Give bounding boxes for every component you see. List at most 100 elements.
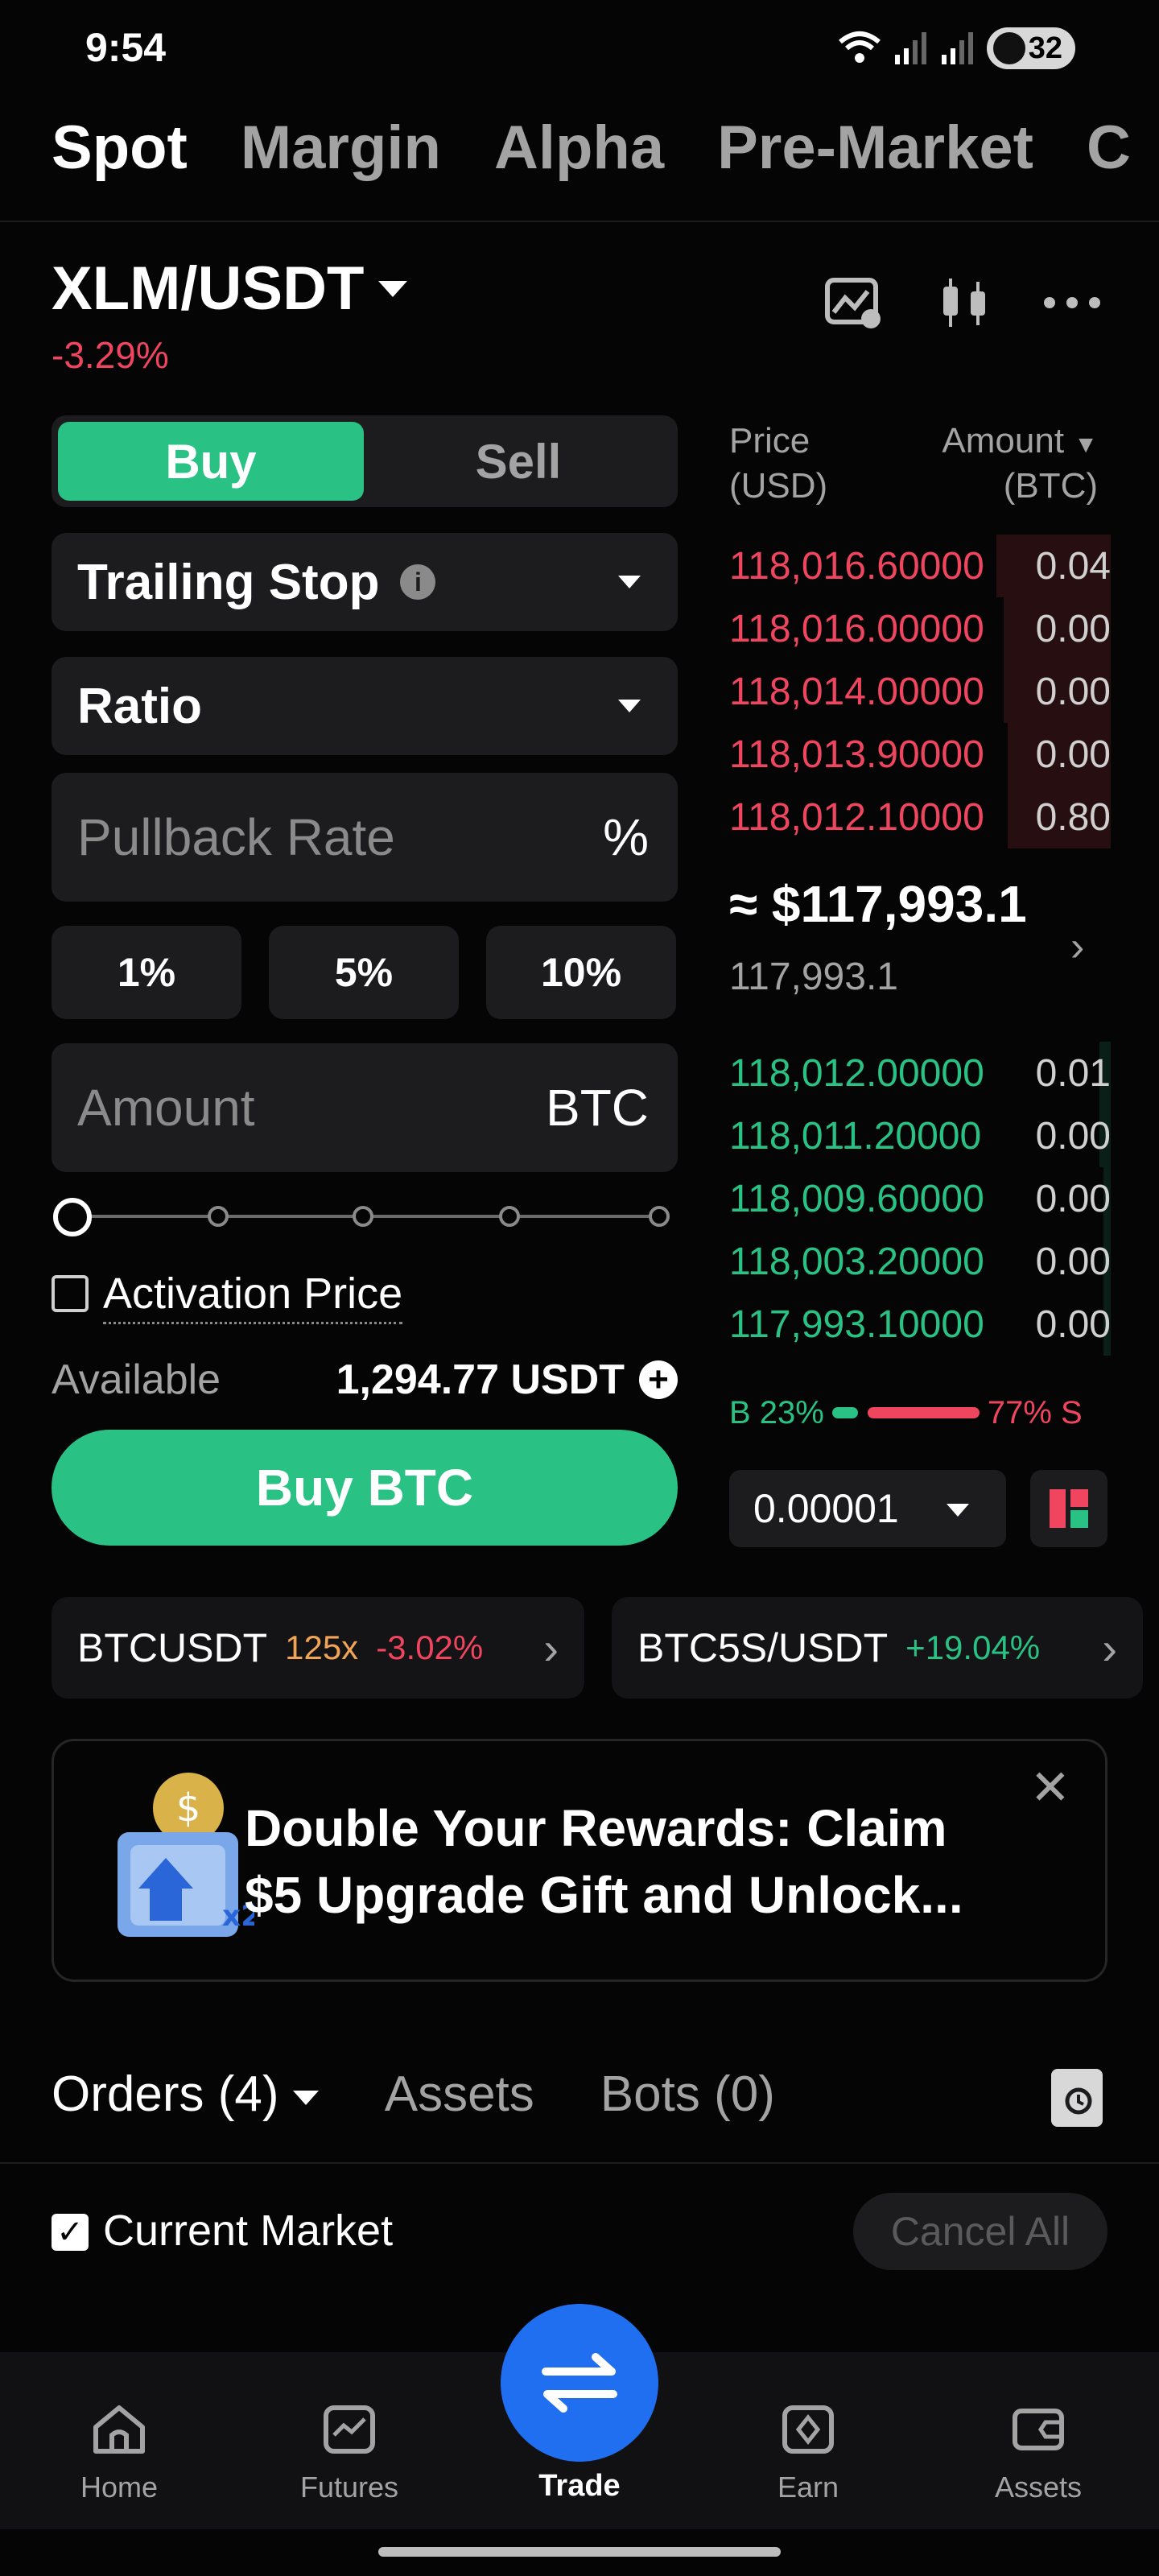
activation-price-label[interactable]: Activation Price	[103, 1269, 403, 1324]
candles-button[interactable]	[932, 270, 996, 335]
ask-row[interactable]: 118,016.00000 0.00	[729, 597, 1111, 660]
buy-btc-button[interactable]: Buy BTC	[52, 1430, 678, 1546]
cancel-all-button[interactable]: Cancel All	[853, 2193, 1107, 2270]
pair-change: -3.29%	[52, 334, 169, 376]
price-header-unit: (USD)	[729, 466, 828, 506]
bid-row[interactable]: 117,993.10000 0.00	[729, 1293, 1111, 1356]
nav-futures[interactable]: Futures	[269, 2403, 430, 2504]
amount-input[interactable]: Amount BTC	[52, 1043, 678, 1172]
bid-row[interactable]: 118,011.20000 0.00	[729, 1104, 1111, 1167]
mid-price: ≈ $117,993.1	[729, 875, 1027, 933]
amount-placeholder: Amount	[77, 1079, 255, 1137]
mode-select[interactable]: Ratio	[52, 657, 678, 755]
info-icon[interactable]: i	[400, 564, 436, 600]
order-type-select[interactable]: Trailing Stop i	[52, 533, 678, 631]
battery-level: 32	[1028, 31, 1062, 65]
ask-row[interactable]: 118,014.00000 0.00	[729, 660, 1111, 723]
caret-down-icon	[292, 2090, 319, 2105]
activation-price-checkbox[interactable]	[52, 1275, 89, 1312]
plus-icon[interactable]: +	[639, 1360, 678, 1399]
nav-home[interactable]: Home	[39, 2403, 200, 2504]
caret-down-icon: ▼	[1074, 431, 1098, 458]
battery-indicator: 32	[987, 27, 1075, 69]
order-type-label: Trailing Stop	[77, 554, 380, 610]
tab-orders-label: Orders (4)	[52, 2066, 279, 2122]
orders-tabs: Orders (4) Assets Bots (0)	[52, 2066, 775, 2123]
slider-stop-75[interactable]	[499, 1206, 520, 1227]
tab-bots[interactable]: Bots (0)	[600, 2066, 775, 2123]
ask-row[interactable]: 118,013.90000 0.00	[729, 723, 1111, 786]
buy-tab[interactable]: Buy	[58, 422, 364, 501]
ask-price: 118,013.90000	[729, 733, 984, 776]
bid-row[interactable]: 118,003.20000 0.00	[729, 1230, 1111, 1293]
pct-button-5[interactable]: 5%	[269, 926, 459, 1019]
chevron-right-icon[interactable]: ›	[1070, 923, 1084, 971]
bid-price: 118,012.00000	[729, 1051, 984, 1095]
tab-spot[interactable]: Spot	[52, 113, 188, 183]
mode-label: Ratio	[77, 678, 202, 734]
bid-amount: 0.01	[1035, 1051, 1111, 1095]
chart-icon	[825, 278, 881, 328]
bid-row[interactable]: 118,012.00000 0.01	[729, 1042, 1111, 1104]
amount-header[interactable]: Amount ▼ (BTC)	[932, 419, 1098, 510]
nav-home-label: Home	[80, 2471, 159, 2504]
current-market-checkbox[interactable]: ✓	[52, 2214, 89, 2251]
ask-row[interactable]: 118,012.10000 0.80	[729, 786, 1111, 848]
futures-icon	[324, 2405, 375, 2454]
slider-stop-50[interactable]	[353, 1206, 373, 1227]
ticker-card-btcusdt[interactable]: BTCUSDT 125x -3.02% ›	[52, 1597, 584, 1699]
amount-header-text: Amount	[942, 421, 1065, 460]
ask-price: 118,016.60000	[729, 544, 984, 588]
pair-name: XLM/USDT	[52, 254, 365, 323]
ask-amount: 0.00	[1035, 670, 1111, 713]
bid-row[interactable]: 118,009.60000 0.00	[729, 1167, 1111, 1230]
chevron-right-icon: ›	[1102, 1622, 1117, 1674]
sell-tab[interactable]: Sell	[365, 422, 671, 501]
nav-futures-label: Futures	[299, 2471, 399, 2504]
slider-thumb[interactable]	[53, 1198, 92, 1236]
pair-selector[interactable]: XLM/USDT	[52, 254, 408, 324]
close-icon[interactable]: ✕	[1030, 1760, 1070, 1816]
tab-more[interactable]: C	[1087, 113, 1131, 183]
chart-toggle-button[interactable]	[821, 270, 885, 335]
more-button[interactable]	[1040, 270, 1104, 335]
status-icons: 32	[837, 27, 1075, 69]
tab-orders[interactable]: Orders (4)	[52, 2066, 319, 2123]
nav-trade-button[interactable]	[501, 2304, 658, 2462]
available-balance: 1,294.77 USDT +	[336, 1356, 678, 1404]
ask-amount: 0.00	[1035, 607, 1111, 650]
ask-price: 118,014.00000	[729, 670, 984, 713]
bid-price: 117,993.10000	[729, 1302, 984, 1346]
ticker-leverage: 125x	[285, 1629, 359, 1666]
buy-ratio: B 23%	[729, 1394, 824, 1430]
tab-pre-market[interactable]: Pre-Market	[717, 113, 1033, 183]
candlestick-icon	[943, 279, 985, 327]
ticker-name: BTCUSDT	[77, 1625, 268, 1670]
nav-earn[interactable]: Earn	[728, 2403, 889, 2504]
slider-stop-25[interactable]	[208, 1206, 229, 1227]
nav-trade-label[interactable]: Trade	[501, 2469, 658, 2504]
order-history-icon[interactable]	[1051, 2069, 1103, 2127]
nav-assets[interactable]: Assets	[958, 2403, 1119, 2504]
pct-button-1[interactable]: 1%	[52, 926, 241, 1019]
tab-assets[interactable]: Assets	[385, 2066, 534, 2123]
ask-row[interactable]: 118,016.60000 0.04	[729, 535, 1111, 597]
slider-stop-100[interactable]	[649, 1206, 670, 1227]
chevron-down-icon	[618, 576, 641, 588]
wallet-icon	[1013, 2409, 1064, 2450]
gift-illustration-icon: $ x2	[118, 1773, 254, 1937]
current-market-label[interactable]: Current Market	[103, 2206, 393, 2256]
home-indicator	[378, 2547, 781, 2557]
pullback-rate-input[interactable]: Pullback Rate %	[52, 773, 678, 902]
orderbook-layout-button[interactable]	[1030, 1470, 1107, 1547]
tab-margin[interactable]: Margin	[241, 113, 441, 183]
pct-button-10[interactable]: 10%	[486, 926, 676, 1019]
ticker-card-btc5s[interactable]: BTC5S/USDT +19.04% ›	[612, 1597, 1143, 1699]
ask-price: 118,016.00000	[729, 607, 984, 650]
tick-size-select[interactable]: 0.00001	[729, 1470, 1006, 1547]
bid-amount: 0.00	[1035, 1177, 1111, 1220]
divider	[0, 221, 1159, 222]
bid-price: 118,003.20000	[729, 1240, 984, 1283]
signal-icon	[895, 32, 926, 64]
tab-alpha[interactable]: Alpha	[494, 113, 664, 183]
